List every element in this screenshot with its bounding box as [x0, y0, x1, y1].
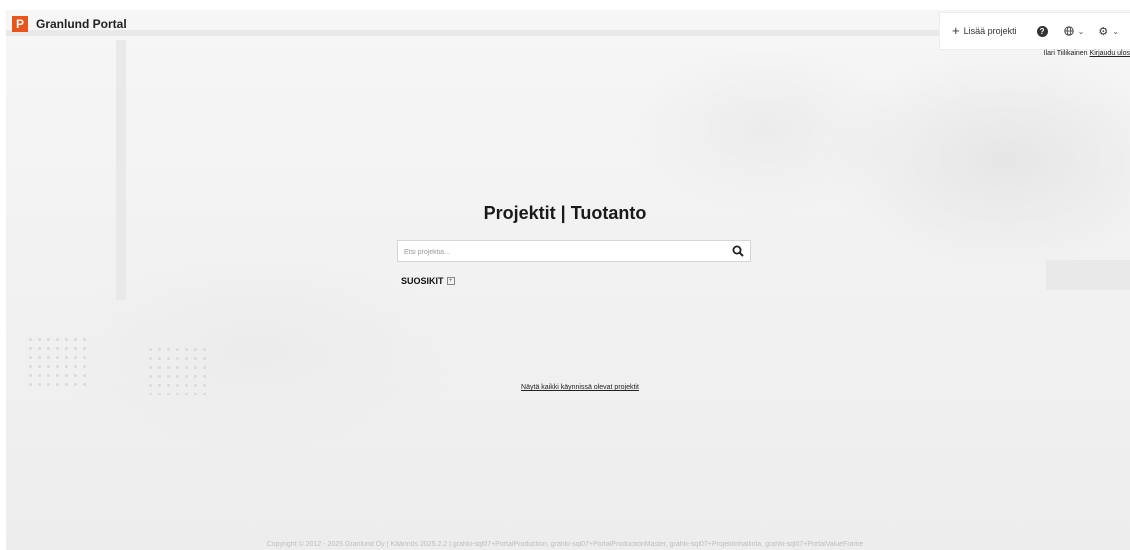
- portal-logo: P: [12, 16, 28, 32]
- favorites-section[interactable]: SUOSIKIT +: [401, 276, 455, 286]
- chevron-down-icon: ⌄: [1077, 26, 1085, 36]
- user-info: Ilari Tiilikainen Kirjaudu ulos: [1044, 50, 1130, 57]
- globe-icon: [1063, 26, 1074, 36]
- background-shelf: [1046, 260, 1130, 290]
- top-toolbar: + Lisää projekti ? ⌄ ⚙ ⌄: [939, 12, 1130, 50]
- language-menu[interactable]: ⌄: [1063, 26, 1085, 36]
- background-pattern: [26, 335, 86, 390]
- plus-icon: +: [952, 23, 960, 38]
- settings-menu[interactable]: ⚙ ⌄: [1098, 25, 1119, 38]
- brand-name: Granlund Portal: [36, 17, 127, 31]
- user-name: Ilari Tiilikainen: [1043, 50, 1088, 57]
- project-search: [397, 240, 751, 263]
- show-all-projects-link[interactable]: Näytä kaikki käynnissä olevat projektit: [520, 384, 640, 392]
- help-icon[interactable]: ?: [1036, 25, 1048, 37]
- favorites-label: SUOSIKIT: [401, 276, 444, 286]
- footer: Copyright © 2012 - 2025 Granlund Oy | Kä…: [266, 541, 864, 548]
- background-pillar: [116, 40, 126, 300]
- background-pattern: [146, 345, 206, 395]
- add-project-button[interactable]: + Lisää projekti: [952, 23, 1017, 38]
- expand-icon[interactable]: +: [446, 277, 455, 285]
- chevron-down-icon: ⌄: [1112, 26, 1119, 36]
- search-input[interactable]: [398, 242, 714, 263]
- logout-link[interactable]: Kirjaudu ulos: [1090, 50, 1130, 57]
- page-title: Projektit | Tuotanto: [483, 203, 647, 223]
- brand[interactable]: P Granlund Portal: [12, 16, 127, 32]
- background-image: [6, 10, 1130, 550]
- search-icon[interactable]: [732, 245, 744, 257]
- gear-icon: ⚙: [1098, 25, 1109, 38]
- add-project-label: Lisää projekti: [963, 26, 1017, 36]
